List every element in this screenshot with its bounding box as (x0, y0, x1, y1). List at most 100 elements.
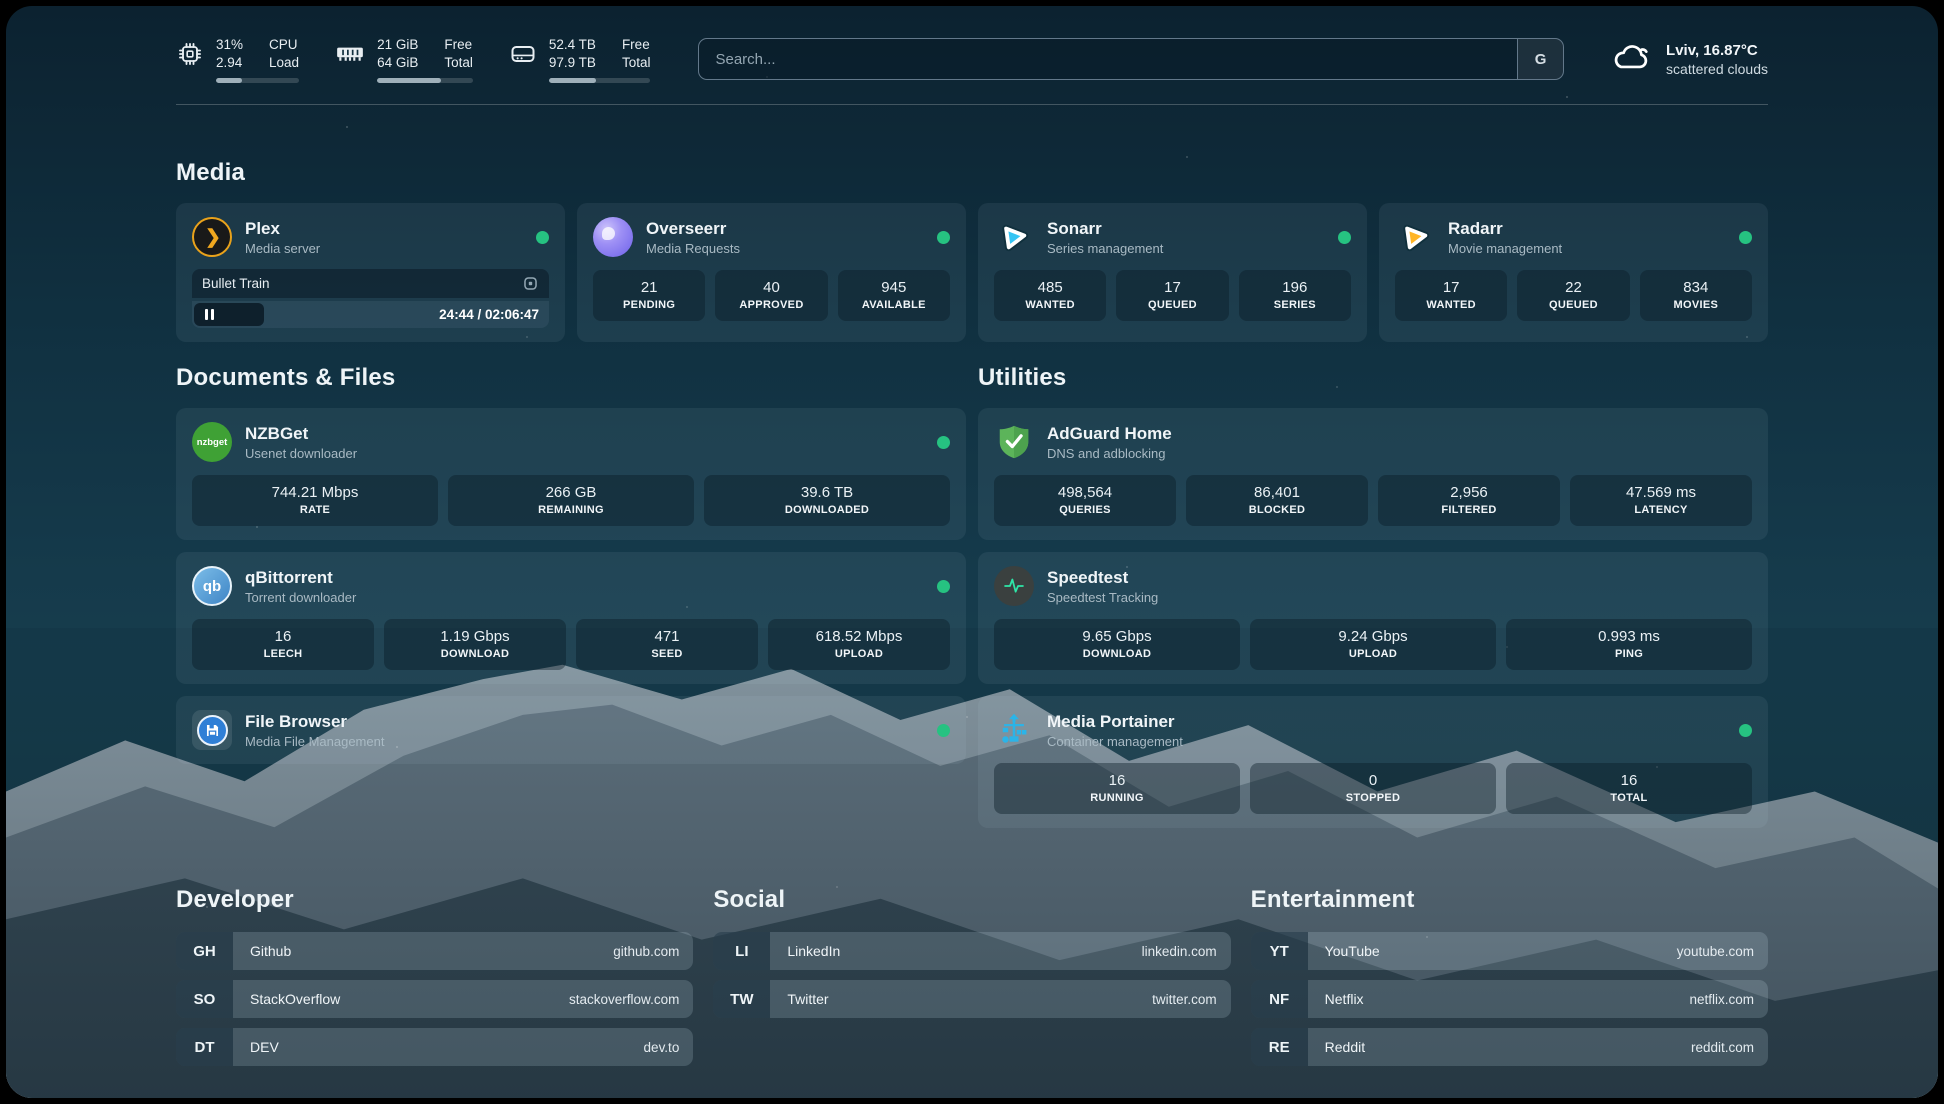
memory-icon (335, 40, 365, 66)
status-online-dot (1338, 231, 1351, 244)
disk-progress-fill (549, 78, 596, 83)
app-name: Overseerr (646, 218, 740, 240)
bookmark-abbr: GH (176, 932, 233, 970)
app-description: Usenet downloader (245, 445, 357, 462)
stat-seed: 471 SEED (576, 619, 758, 670)
app-description: Movie management (1448, 240, 1562, 257)
stat-downloaded: 39.6 TB DOWNLOADED (704, 475, 950, 526)
bookmark-dev[interactable]: DT DEV dev.to (176, 1028, 693, 1066)
overseerr-card[interactable]: Overseerr Media Requests 21 PENDING 40 A… (577, 203, 966, 342)
bookmark-youtube[interactable]: YT YouTube youtube.com (1251, 932, 1768, 970)
status-online-dot (536, 231, 549, 244)
app-name: File Browser (245, 711, 384, 733)
media-section: ❯ Plex Media server Bullet Train (176, 203, 1768, 342)
status-online-dot (937, 231, 950, 244)
weather-location-temp: Lviv, 16.87°C (1666, 41, 1768, 60)
search-engine-button[interactable]: G (1517, 39, 1563, 79)
documents-files-section: Documents & Files nzbget NZBGet Usenet d… (176, 364, 966, 828)
weather-widget[interactable]: Lviv, 16.87°C scattered clouds (1610, 41, 1768, 78)
app-name: Radarr (1448, 218, 1562, 240)
stat-download: 1.19 Gbps DOWNLOAD (384, 619, 566, 670)
memory-free-label: Free (444, 36, 473, 54)
bookmark-name: DEV (233, 1028, 279, 1066)
bookmark-url: linkedin.com (1142, 932, 1231, 970)
bookmark-abbr: TW (713, 980, 770, 1018)
filebrowser-card[interactable]: File Browser Media File Management (176, 696, 966, 764)
disk-total-label: Total (622, 54, 651, 72)
app-name: Plex (245, 218, 320, 240)
section-title-media: Media (176, 159, 1768, 187)
sonarr-card[interactable]: Sonarr Series management 485 WANTED 17 Q… (978, 203, 1367, 342)
stat-upload: 9.24 Gbps UPLOAD (1250, 619, 1496, 670)
playback-time: 24:44 / 02:06:47 (439, 301, 539, 328)
bookmark-url: stackoverflow.com (569, 980, 693, 1018)
disk-progress-track (549, 78, 651, 83)
app-description: Media server (245, 240, 320, 257)
cpu-usage-value: 31% (216, 36, 243, 54)
portainer-card[interactable]: Media Portainer Container management 16 … (978, 696, 1768, 828)
section-title-documents: Documents & Files (176, 364, 966, 392)
nzbget-card[interactable]: nzbget NZBGet Usenet downloader 744.21 M… (176, 408, 966, 540)
memory-progress-fill (377, 78, 441, 83)
now-playing-title: Bullet Train (202, 276, 270, 291)
search-bar[interactable]: G (698, 38, 1564, 80)
bookmark-abbr: LI (713, 932, 770, 970)
cpu-icon (176, 40, 204, 68)
qbittorrent-card[interactable]: qb qBittorrent Torrent downloader 16 (176, 552, 966, 684)
pause-icon (205, 309, 208, 320)
stat-ping: 0.993 ms PING (1506, 619, 1752, 670)
section-title-social: Social (713, 886, 1230, 914)
adguard-card[interactable]: AdGuard Home DNS and adblocking 498,564 … (978, 408, 1768, 540)
app-description: Media Requests (646, 240, 740, 257)
disk-free-value: 52.4 TB (549, 36, 596, 54)
section-title-entertainment: Entertainment (1251, 886, 1768, 914)
bookmark-github[interactable]: GH Github github.com (176, 932, 693, 970)
app-name: Speedtest (1047, 567, 1158, 589)
cpu-usage-label: CPU (269, 36, 299, 54)
bookmark-abbr: RE (1251, 1028, 1308, 1066)
bookmark-stackoverflow[interactable]: SO StackOverflow stackoverflow.com (176, 980, 693, 1018)
speedtest-icon (994, 566, 1034, 606)
bookmark-netflix[interactable]: NF Netflix netflix.com (1251, 980, 1768, 1018)
top-bar: 31% 2.94 CPU Load (176, 32, 1768, 86)
social-bookmarks: Social LI LinkedIn linkedin.com TW Twitt… (713, 886, 1230, 1076)
memory-widget: 21 GiB 64 GiB Free Total (335, 36, 473, 83)
stat-filtered: 2,956 FILTERED (1378, 475, 1560, 526)
bookmark-url: github.com (613, 932, 693, 970)
bookmark-url: netflix.com (1689, 980, 1768, 1018)
search-input[interactable] (699, 51, 1517, 68)
bookmark-name: Github (233, 932, 291, 970)
app-description: Series management (1047, 240, 1163, 257)
app-description: Torrent downloader (245, 589, 356, 606)
speedtest-card[interactable]: Speedtest Speedtest Tracking 9.65 Gbps D… (978, 552, 1768, 684)
section-title-utilities: Utilities (978, 364, 1768, 392)
radarr-card[interactable]: Radarr Movie management 17 WANTED 22 QUE… (1379, 203, 1768, 342)
bookmark-url: reddit.com (1691, 1028, 1768, 1066)
stat-queued: 17 QUEUED (1116, 270, 1228, 321)
bookmark-abbr: NF (1251, 980, 1308, 1018)
memory-total-value: 64 GiB (377, 54, 418, 72)
stat-running: 16 RUNNING (994, 763, 1240, 814)
bookmark-url: twitter.com (1152, 980, 1231, 1018)
weather-condition: scattered clouds (1666, 60, 1768, 78)
snow-specks (6, 6, 8, 8)
stat-blocked: 86,401 BLOCKED (1186, 475, 1368, 526)
app-description: DNS and adblocking (1047, 445, 1172, 462)
bookmark-twitter[interactable]: TW Twitter twitter.com (713, 980, 1230, 1018)
filebrowser-icon (192, 710, 232, 750)
bookmark-reddit[interactable]: RE Reddit reddit.com (1251, 1028, 1768, 1066)
cpu-progress-track (216, 78, 299, 83)
stat-stopped: 0 STOPPED (1250, 763, 1496, 814)
stat-total: 16 TOTAL (1506, 763, 1752, 814)
playback-progress-bar[interactable]: 24:44 / 02:06:47 (192, 301, 549, 328)
bookmark-url: dev.to (644, 1028, 694, 1066)
overseerr-icon (593, 217, 633, 257)
plex-card[interactable]: ❯ Plex Media server Bullet Train (176, 203, 565, 342)
bookmark-linkedin[interactable]: LI LinkedIn linkedin.com (713, 932, 1230, 970)
player-settings-icon[interactable] (522, 275, 539, 292)
developer-bookmarks: Developer GH Github github.com SO StackO… (176, 886, 693, 1076)
stat-series: 196 SERIES (1239, 270, 1351, 321)
bookmark-abbr: SO (176, 980, 233, 1018)
app-name: NZBGet (245, 423, 357, 445)
portainer-icon (994, 710, 1034, 750)
